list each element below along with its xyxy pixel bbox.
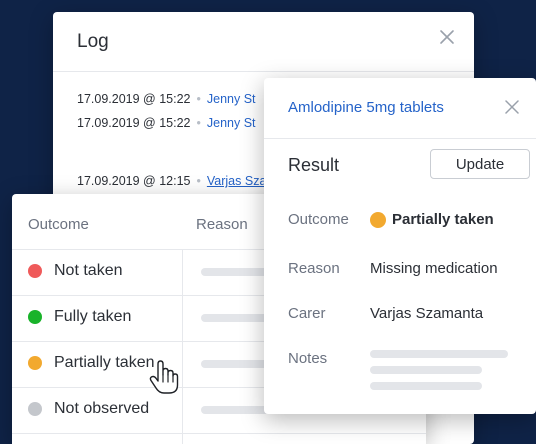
outcome-option-label: Not taken <box>54 262 123 279</box>
separator-dot: • <box>196 116 201 130</box>
log-entry-user[interactable]: Varjas Sza <box>207 174 267 188</box>
divider <box>264 138 536 139</box>
log-entry-user[interactable]: Jenny St <box>207 116 256 130</box>
outcome-option-label: Partially taken <box>54 354 155 371</box>
update-button[interactable]: Update <box>430 149 530 179</box>
status-dot <box>28 310 42 324</box>
divider <box>12 433 426 434</box>
outcome-label: Outcome <box>288 211 349 228</box>
log-entry: 17.09.2019 @ 15:22 • Jenny St <box>77 92 256 106</box>
result-heading: Result <box>288 155 340 175</box>
carer-label: Carer <box>288 305 326 322</box>
hand-pointer-icon <box>149 360 179 394</box>
log-entry: 17.09.2019 @ 15:22 • Jenny St <box>77 116 256 130</box>
medication-detail-panel: Amlodipine 5mg tablets Result Update Out… <box>264 78 536 414</box>
separator-dot: • <box>196 92 201 106</box>
outcome-value: Partially taken <box>392 211 494 228</box>
reason-label: Reason <box>288 260 340 277</box>
status-dot <box>370 212 386 228</box>
carer-value: Varjas Szamanta <box>370 305 484 322</box>
outcome-option-label: Fully taken <box>54 308 132 325</box>
log-entry-datetime: 17.09.2019 @ 12:15 <box>77 174 191 188</box>
log-title: Log <box>77 31 109 52</box>
status-dot <box>28 264 42 278</box>
divider <box>53 71 474 72</box>
log-entry-datetime: 17.09.2019 @ 15:22 <box>77 92 191 106</box>
outcome-option-label: Not observed <box>54 400 150 417</box>
status-dot <box>28 402 42 416</box>
close-icon[interactable] <box>502 97 522 117</box>
log-entry-user[interactable]: Jenny St <box>207 92 256 106</box>
status-dot <box>28 356 42 370</box>
column-header-outcome: Outcome <box>28 216 89 233</box>
placeholder-bar <box>370 366 482 374</box>
close-icon[interactable] <box>436 26 458 48</box>
log-entry-datetime: 17.09.2019 @ 15:22 <box>77 116 191 130</box>
medication-title[interactable]: Amlodipine 5mg tablets <box>288 99 444 116</box>
column-header-reason: Reason <box>196 216 248 233</box>
placeholder-bar <box>370 350 508 358</box>
log-entry: 17.09.2019 @ 12:15 • Varjas Sza <box>77 174 266 188</box>
reason-value: Missing medication <box>370 260 498 277</box>
separator-dot: • <box>196 174 201 188</box>
placeholder-bar <box>370 382 482 390</box>
notes-label: Notes <box>288 350 328 367</box>
